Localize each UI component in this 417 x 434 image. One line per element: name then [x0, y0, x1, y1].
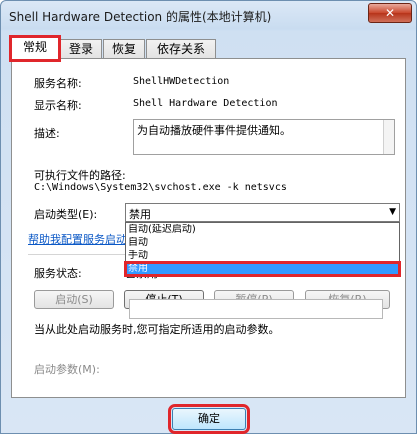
params-hint: 当从此处启动服务时,您可指定所适用的启动参数。	[34, 323, 280, 336]
tab-general[interactable]: 常规	[9, 35, 61, 62]
display-name-label: 显示名称:	[34, 99, 82, 112]
title-bar[interactable]: Shell Hardware Detection 的属性(本地计算机) ✕	[1, 1, 416, 31]
option-disabled[interactable]: 禁用	[124, 261, 401, 277]
general-panel: 服务名称: ShellHWDetection 显示名称: Shell Hardw…	[11, 58, 406, 398]
description-box[interactable]: 为自动播放硬件事件提供通知。	[133, 119, 395, 155]
option-manual[interactable]: 手动	[126, 250, 399, 261]
tab-recovery[interactable]: 恢复	[103, 39, 145, 59]
close-button[interactable]: ✕	[368, 3, 412, 23]
option-auto-delayed[interactable]: 自动(延迟启动)	[126, 224, 399, 235]
chevron-down-icon[interactable]: ▼	[389, 207, 396, 217]
startup-type-select[interactable]: 禁用 ▼	[125, 203, 400, 222]
tab-bar: 常规 登录 恢复 依存关系	[9, 35, 406, 62]
tab-dependencies[interactable]: 依存关系	[146, 39, 216, 59]
service-name-value: ShellHWDetection	[133, 76, 230, 87]
tab-logon[interactable]: 登录	[60, 39, 102, 59]
service-name-label: 服务名称:	[34, 77, 82, 90]
option-auto[interactable]: 自动	[126, 237, 399, 248]
startup-type-dropdown: 自动(延迟启动) 自动 手动 禁用	[124, 222, 401, 277]
start-params-label: 启动参数(M):	[34, 363, 100, 376]
close-icon: ✕	[384, 6, 396, 20]
description-label: 描述:	[34, 127, 60, 140]
display-name-value: Shell Hardware Detection	[133, 98, 278, 109]
start-params-input[interactable]	[129, 299, 383, 319]
description-text: 为自动播放硬件事件提供通知。	[137, 124, 291, 137]
startup-type-value: 禁用	[129, 208, 151, 221]
exe-path-label: 可执行文件的路径:	[34, 169, 126, 182]
window-title: Shell Hardware Detection 的属性(本地计算机)	[9, 10, 272, 24]
properties-dialog: Shell Hardware Detection 的属性(本地计算机) ✕ 常规…	[0, 0, 417, 434]
start-button[interactable]: 启动(S)	[34, 290, 114, 309]
exe-path-value: C:\Windows\System32\svchost.exe -k netsv…	[34, 182, 287, 193]
ok-button[interactable]: 确定	[168, 404, 250, 434]
description-scrollbar[interactable]	[383, 120, 394, 154]
service-status-label: 服务状态:	[34, 267, 82, 280]
startup-type-label: 启动类型(E):	[34, 208, 98, 221]
